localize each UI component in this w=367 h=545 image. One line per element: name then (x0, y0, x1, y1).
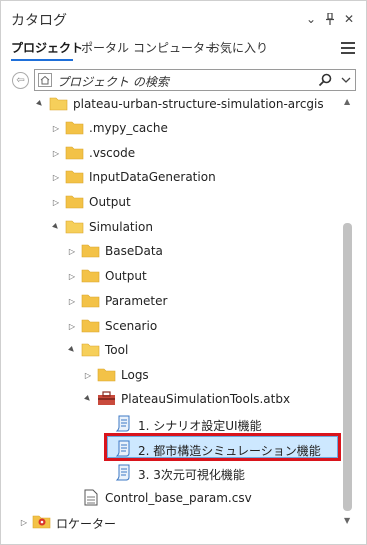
folder-icon (81, 242, 101, 259)
scroll-down-icon[interactable]: ▼ (344, 516, 354, 525)
collapse-arrow-icon[interactable]: ▲ (64, 342, 80, 358)
tree-item-label: .mypy_cache (89, 121, 168, 135)
tree-item[interactable]: 3. 3次元可視化機能 (1, 462, 341, 484)
tree-item-label: InputDataGeneration (89, 170, 216, 184)
tree-item-label: BaseData (105, 244, 163, 258)
horizontal-scrollbar[interactable] (1, 537, 366, 545)
tree-item-label: 3. 3次元可視化機能 (138, 468, 245, 482)
script-icon (114, 440, 134, 457)
collapse-arrow-icon[interactable]: ▲ (48, 219, 64, 235)
folder-icon (81, 292, 101, 309)
menu-icon[interactable] (341, 42, 355, 54)
home-icon (38, 73, 52, 87)
back-icon[interactable]: ⇦ (12, 72, 29, 89)
tree-item-label: 2. 都市構造シミュレーション機能 (138, 444, 321, 458)
catalog-pane: カタログ ⌄ ✕ プロジェクト ポータル コンピューター お気に入り ⇦ プロジ… (0, 0, 367, 545)
folder-open-icon (65, 218, 85, 235)
locator-icon (32, 513, 52, 530)
tree-item[interactable]: ▷ Logs (1, 364, 341, 386)
expand-arrow-icon[interactable]: ▷ (51, 122, 61, 134)
tree-item[interactable]: ▷ Scenario (1, 315, 341, 337)
expand-arrow-icon[interactable]: ▷ (83, 369, 93, 381)
tree-item-label: Tool (105, 343, 129, 357)
tree-item-label: plateau-urban-structure-simulation-arcgi… (73, 97, 324, 111)
vertical-scrollbar-thumb[interactable] (343, 223, 352, 511)
collapse-arrow-icon[interactable]: ▲ (80, 391, 96, 407)
tab-portal[interactable]: ポータル (81, 39, 129, 56)
tree-item-label: Simulation (89, 220, 153, 234)
tree-item-label: Scenario (105, 319, 158, 333)
search-placeholder: プロジェクト の検索 (57, 75, 169, 89)
tree-item-label: 1. シナリオ設定UI機能 (138, 419, 262, 433)
folder-icon (65, 144, 85, 161)
expand-arrow-icon[interactable]: ▷ (19, 516, 29, 528)
search-icon[interactable] (317, 72, 333, 88)
tree-item[interactable]: ▷ Output (1, 191, 341, 213)
tree-item[interactable]: ▷ .mypy_cache (1, 117, 341, 139)
options-chevron-icon[interactable]: ⌄ (304, 11, 318, 27)
tree-item[interactable]: ▲ PlateauSimulationTools.atbx (1, 388, 341, 410)
pane-title: カタログ (11, 13, 67, 29)
tab-computer[interactable]: コンピューター (133, 39, 217, 56)
csv-file-icon (81, 489, 101, 506)
expand-arrow-icon[interactable]: ▷ (51, 171, 61, 183)
toolbox-icon (97, 390, 117, 407)
tree-item[interactable]: ▷ Parameter (1, 290, 341, 312)
scroll-up-icon[interactable]: ▲ (344, 97, 354, 106)
script-icon (114, 464, 134, 481)
folder-icon (65, 193, 85, 210)
tab-favorites[interactable]: お気に入り (208, 39, 268, 56)
tree-item[interactable]: 1. シナリオ設定UI機能 (1, 413, 341, 435)
folder-icon (65, 119, 85, 136)
catalog-tree: ▲ plateau-urban-structure-simulation-arcg… (1, 93, 341, 533)
tree-item-label: .vscode (89, 146, 136, 160)
expand-arrow-icon[interactable]: ▷ (67, 245, 77, 257)
tree-item-label: Logs (121, 368, 149, 382)
tree-item[interactable]: 2. 都市構造シミュレーション機能 (1, 438, 341, 460)
expand-arrow-icon[interactable]: ▷ (67, 320, 77, 332)
tree-item[interactable]: ▲ plateau-urban-structure-simulation-arcg… (1, 93, 341, 115)
search-input[interactable]: プロジェクト の検索 (34, 69, 356, 91)
tree-item-label: ロケーター (56, 517, 117, 531)
tree-item[interactable]: ▲ Tool (1, 339, 341, 361)
tree-item-label: Parameter (105, 294, 168, 308)
folder-open-icon (81, 341, 101, 358)
folder-icon (81, 317, 101, 334)
collapse-arrow-icon[interactable]: ▲ (32, 96, 48, 112)
tree-item[interactable]: ▷ .vscode (1, 142, 341, 164)
pin-icon[interactable] (323, 11, 337, 27)
tree-item[interactable]: ▷ BaseData (1, 240, 341, 262)
tree-item[interactable]: Control_base_param.csv (1, 487, 341, 509)
tree-item-label: Control_base_param.csv (105, 491, 252, 505)
tree-item[interactable]: ▷ Output (1, 265, 341, 287)
tree-item[interactable]: ▲ Simulation (1, 216, 341, 238)
script-icon (114, 415, 134, 432)
tab-project[interactable]: プロジェクト (11, 39, 83, 56)
title-bar: カタログ ⌄ ✕ (1, 1, 366, 37)
expand-arrow-icon[interactable]: ▷ (67, 295, 77, 307)
expand-arrow-icon[interactable]: ▷ (67, 270, 77, 282)
tree-item-label: PlateauSimulationTools.atbx (121, 392, 291, 406)
active-tab-indicator (11, 59, 73, 61)
tree-item[interactable]: ▷ InputDataGeneration (1, 166, 341, 188)
tree-item-label: Output (89, 195, 131, 209)
folder-open-icon (49, 95, 69, 112)
expand-arrow-icon[interactable]: ▷ (51, 147, 61, 159)
tree-item[interactable]: ▷ ロケーター (1, 511, 341, 533)
folder-icon (97, 366, 117, 383)
close-icon[interactable]: ✕ (342, 11, 356, 27)
tree-item-label: Output (105, 269, 147, 283)
folder-icon (65, 168, 85, 185)
search-options-chevron-icon[interactable] (340, 73, 352, 87)
folder-icon (81, 267, 101, 284)
expand-arrow-icon[interactable]: ▷ (51, 196, 61, 208)
